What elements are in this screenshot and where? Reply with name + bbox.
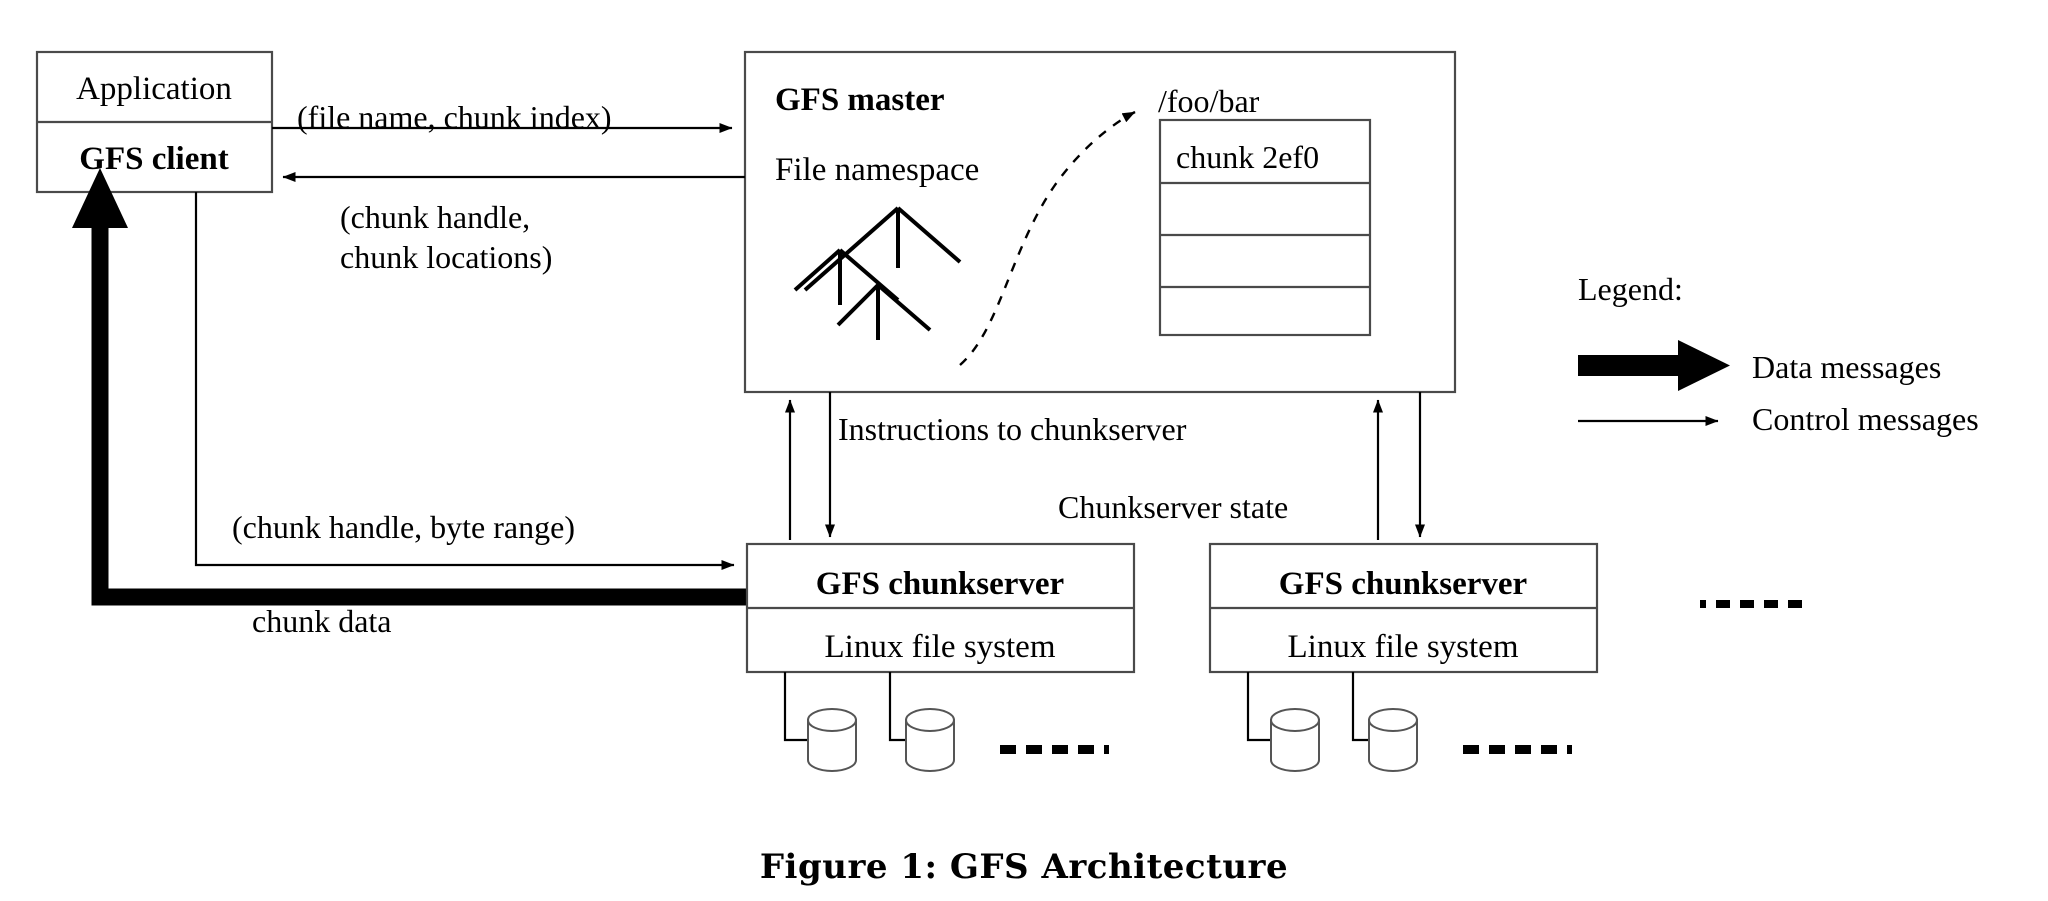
chunkserver-2-title: GFS chunkserver [1279,566,1527,602]
chunkserver-2-subtitle: Linux file system [1288,629,1519,665]
figure-canvas: Application GFS client GFS master File n… [0,0,2048,901]
edge-label-client-to-chunkserver: (chunk handle, byte range) [232,509,575,545]
edge-label-master-to-client-1: (chunk handle, [340,199,530,235]
edge-label-chunk-data: chunk data [252,603,392,639]
legend-title: Legend: [1578,271,1683,307]
edge-label-chunkserver-state: Chunkserver state [1058,489,1288,525]
chunkserver-1-subtitle: Linux file system [825,629,1056,665]
edge-label-master-to-client-2: chunk locations) [340,239,552,275]
edge-label-client-to-master: (file name, chunk index) [297,99,612,135]
edge-label-instructions-to-chunkserver: Instructions to chunkserver [838,411,1187,447]
chunk-table-row-0: chunk 2ef0 [1176,139,1319,175]
application-label: Application [76,71,232,107]
file-path-label: /foo/bar [1158,83,1260,119]
figure-caption: Figure 1: GFS Architecture [760,847,1288,887]
gfs-master-subtitle: File namespace [775,152,979,188]
legend-label-data-messages: Data messages [1752,349,1941,385]
gfs-client-label: GFS client [79,141,228,177]
gfs-master-title: GFS master [775,82,945,118]
legend-label-control-messages: Control messages [1752,401,1979,437]
chunkserver-1-title: GFS chunkserver [816,566,1064,602]
diagram-text-layer: Application GFS client GFS master File n… [76,71,1979,887]
